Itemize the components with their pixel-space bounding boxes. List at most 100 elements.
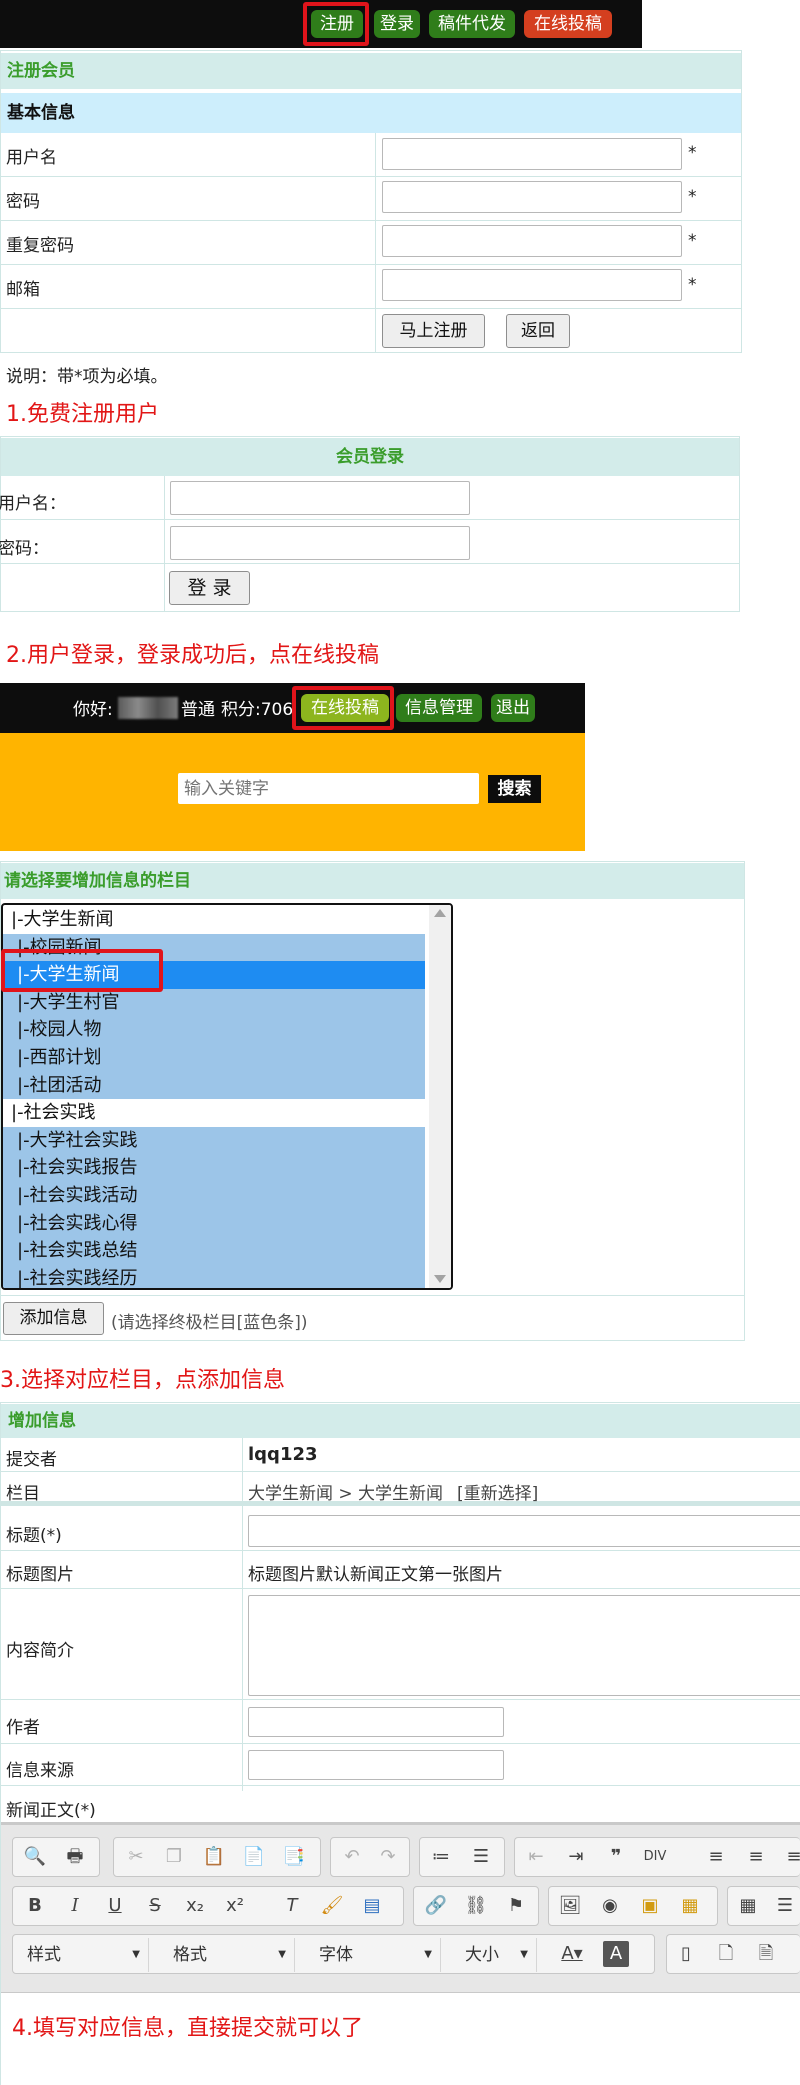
show-blocks-icon[interactable]: 🗋 [713,1941,739,1967]
subscript-icon[interactable]: x₂ [182,1893,208,1919]
scroll-up-arrow-icon[interactable] [434,909,446,917]
superscript-icon[interactable]: x² [222,1893,248,1919]
category-item[interactable]: |-社会实践经历 [3,1264,425,1288]
source-input[interactable] [248,1750,504,1780]
undo-icon[interactable]: ↶ [339,1844,365,1870]
category-item[interactable]: |-社会实践活动 [3,1182,425,1210]
author-label: 作者 [6,1718,40,1738]
italic-icon[interactable]: I [62,1893,88,1919]
redo-icon[interactable]: ↷ [375,1844,401,1870]
highlight-selected-category [1,949,163,992]
copy-format-icon[interactable]: 🖌 [319,1893,345,1919]
format-dropdown[interactable]: 格式 ▼ [159,1938,295,1972]
attachment-icon[interactable]: ▦ [677,1893,703,1919]
register-email-input[interactable] [382,269,682,301]
username-label: 用户名 [6,148,57,168]
title-image-label: 标题图片 [6,1565,74,1585]
background-color-icon[interactable]: A [603,1941,629,1967]
flash-icon[interactable]: ◉ [597,1893,623,1919]
online-submit-nav-button[interactable]: 在线投稿 [524,10,612,38]
style-dropdown[interactable]: 样式 ▼ [13,1938,149,1972]
table-icon[interactable]: ▦ [735,1893,761,1919]
category-item[interactable]: |-社会实践心得 [3,1209,425,1238]
remove-format-icon[interactable]: T [279,1893,305,1919]
category-item[interactable]: |-社团活动 [3,1071,425,1100]
category-panel-title: 请选择要增加信息的栏目 [1,863,744,899]
align-right-icon[interactable]: ≡ [781,1844,800,1870]
paste-icon[interactable]: 📋 [201,1844,227,1870]
copy-icon[interactable]: ❐ [161,1844,187,1870]
align-left-icon[interactable]: ≡ [703,1844,729,1870]
bold-icon[interactable]: B [22,1893,48,1919]
indent-icon[interactable]: ⇥ [563,1844,589,1870]
scroll-down-arrow-icon[interactable] [434,1275,446,1283]
login-submit-button[interactable]: 登 录 [169,571,250,605]
member-points: 积分:706 [221,700,294,720]
div-container-icon[interactable]: DIV [642,1844,668,1870]
anchor-flag-icon[interactable]: ⚑ [503,1893,529,1919]
font-dropdown[interactable]: 字体 ▼ [305,1938,441,1972]
login-form-title: 会员登录 [1,438,739,476]
author-input[interactable] [248,1707,504,1737]
blockquote-icon[interactable]: ❞ [603,1844,629,1870]
category-item[interactable]: |-社会实践总结 [3,1237,425,1265]
strikethrough-icon[interactable]: S [142,1893,168,1919]
email-label: 邮箱 [6,280,40,300]
listbox-scrollbar[interactable] [429,905,451,1288]
title-input[interactable] [248,1515,800,1547]
add-info-button[interactable]: 添加信息 [3,1302,104,1335]
summary-textarea[interactable] [248,1595,800,1696]
greeting-text: 你好: [73,700,113,720]
category-item[interactable]: |-社会实践 [3,1099,425,1127]
paste-text-icon[interactable]: 📄 [241,1844,267,1870]
register-submit-button[interactable]: 马上注册 [382,314,485,348]
info-manage-button[interactable]: 信息管理 [396,694,482,722]
register-username-input[interactable] [382,138,682,170]
bulleted-list-icon[interactable]: ☰ [468,1844,494,1870]
login-password-label: 密码： [0,539,49,559]
templates-icon[interactable]: 🗎 [753,1941,779,1967]
register-back-button[interactable]: 返回 [506,314,570,348]
category-item[interactable]: |-社会实践报告 [3,1154,425,1182]
category-item[interactable]: |-大学社会实践 [3,1126,425,1155]
preview-icon[interactable]: 🔍 [22,1844,48,1870]
reselect-link[interactable]: [重新选择] [457,1479,538,1504]
maximize-icon[interactable]: ▯ [673,1941,699,1967]
horizontal-rule-icon[interactable]: ☰ [772,1893,798,1919]
step4-annotation: 4.填写对应信息，直接提交就可以了 [12,2016,363,2041]
search-button[interactable]: 搜索 [488,775,541,803]
align-center-icon[interactable]: ≡ [743,1844,769,1870]
image-icon[interactable]: 🖼 [557,1893,583,1919]
register-repeat-password-input[interactable] [382,225,682,257]
print-icon[interactable]: 🖶 [62,1844,88,1870]
unlink-icon[interactable]: ⛓ [463,1893,489,1919]
category-item[interactable]: |-大学生村官 [3,988,425,1017]
register-password-input[interactable] [382,181,682,213]
category-item[interactable]: |-校园人物 [3,1016,425,1044]
paste-from-word-icon[interactable]: ▤ [359,1893,385,1919]
text-color-icon[interactable]: A▾ [559,1941,585,1967]
login-password-input[interactable] [170,526,470,560]
password-required-mark: * [688,187,697,207]
login-nav-button[interactable]: 登录 [374,10,420,38]
cut-icon[interactable]: ✂ [123,1844,149,1870]
outdent-icon[interactable]: ⇤ [523,1844,549,1870]
search-input[interactable] [178,773,479,804]
login-username-input[interactable] [170,481,470,515]
media-icon[interactable]: ▣ [637,1893,663,1919]
category-item[interactable]: |-大学生新闻 [3,906,425,934]
title-image-note: 标题图片默认新闻正文第一张图片 [248,1565,503,1585]
paste-word-icon[interactable]: 📑 [281,1844,307,1870]
link-icon[interactable]: 🔗 [423,1893,449,1919]
proxy-submit-nav-button[interactable]: 稿件代发 [429,10,515,38]
step3-annotation: 3.选择对应栏目，点添加信息 [0,1368,285,1393]
chevron-down-icon: ▼ [424,1949,432,1960]
category-item[interactable]: |-西部计划 [3,1044,425,1072]
size-dropdown[interactable]: 大小 ▼ [451,1938,537,1972]
underline-icon[interactable]: U [102,1893,128,1919]
step2-annotation: 2.用户登录，登录成功后，点在线投稿 [6,643,379,668]
login-username-label: 用户名： [0,494,66,514]
category-hint: (请选择终极栏目[蓝色条]) [111,1313,308,1333]
numbered-list-icon[interactable]: ≔ [428,1844,454,1870]
logout-button[interactable]: 退出 [491,694,535,722]
